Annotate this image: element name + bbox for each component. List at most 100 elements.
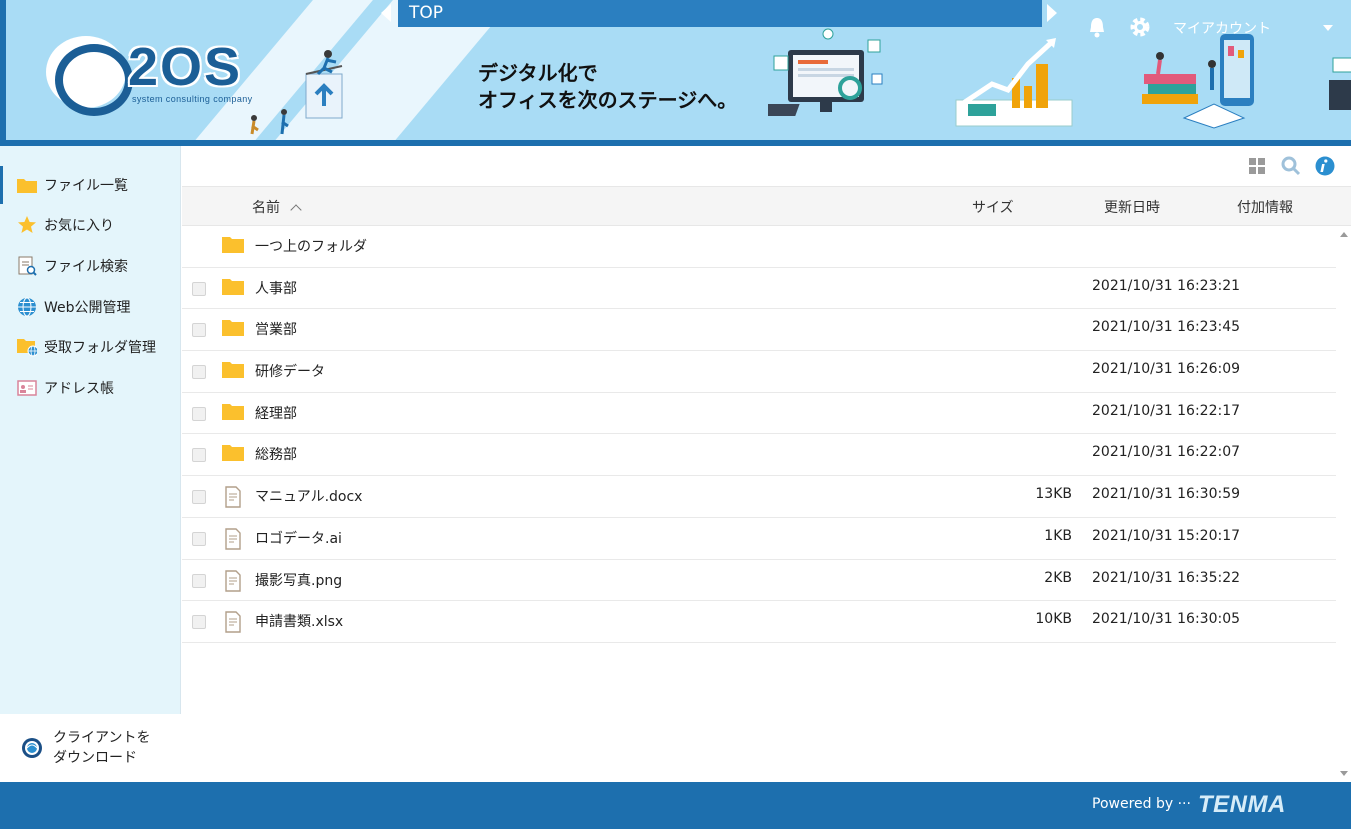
file-list-header: 名前 サイズ 更新日時 付加情報 <box>182 186 1351 226</box>
row-checkbox[interactable] <box>192 281 206 296</box>
chart-illustration-icon <box>955 38 1073 127</box>
sidebar-item-label: 受取フォルダ管理 <box>44 340 156 356</box>
download-label-line-1: クライアントを <box>53 730 151 746</box>
sidebar-item-label: アドレス帳 <box>44 381 114 397</box>
grid-view-icon[interactable] <box>1248 156 1268 176</box>
table-row[interactable]: 申請書類.xlsx 10KB 2021/10/31 16:30:05 <box>182 601 1336 643</box>
file-size: 1KB <box>1044 527 1072 544</box>
row-checkbox[interactable] <box>192 406 206 421</box>
row-checkbox[interactable] <box>192 531 206 546</box>
column-name-label: 名前 <box>252 200 280 216</box>
client-download-button[interactable]: クライアントを ダウンロード <box>0 714 181 782</box>
table-row[interactable]: 研修データ 2021/10/31 16:26:09 <box>182 351 1336 393</box>
file-date: 2021/10/31 16:23:45 <box>1092 319 1241 336</box>
computer-illustration-icon <box>768 28 883 116</box>
scroll-up-icon[interactable] <box>1340 232 1348 237</box>
table-row[interactable]: マニュアル.docx 13KB 2021/10/31 16:30:59 <box>182 476 1336 518</box>
breadcrumb-top[interactable]: TOP <box>398 0 1042 27</box>
breadcrumb-label: TOP <box>409 3 444 23</box>
sidebar-item-label: ファイル検索 <box>44 259 128 275</box>
tagline-line-1: デジタル化で <box>478 61 598 85</box>
file-date: 2021/10/31 16:22:07 <box>1092 444 1241 461</box>
banner-rim <box>0 0 6 146</box>
sidebar-item-inbox-folder[interactable]: 受取フォルダ管理 <box>0 328 181 366</box>
tagline-line-2: オフィスを次のステージへ。 <box>478 88 738 112</box>
file-date: 2021/10/31 15:20:17 <box>1092 527 1241 544</box>
sidebar-item-favorites[interactable]: お気に入り <box>0 206 181 244</box>
info-icon[interactable] <box>1315 156 1335 176</box>
row-checkbox[interactable] <box>192 615 206 630</box>
logo-wordmark: 2OS <box>128 37 243 97</box>
table-row[interactable]: 経理部 2021/10/31 16:22:17 <box>182 393 1336 435</box>
table-row[interactable]: ロゴデータ.ai 1KB 2021/10/31 15:20:17 <box>182 518 1336 560</box>
file-name: 総務部 <box>255 447 297 464</box>
table-row[interactable]: 人事部 2021/10/31 16:23:21 <box>182 268 1336 310</box>
sidebar-item-file-list[interactable]: ファイル一覧 <box>0 166 181 204</box>
file-name: 営業部 <box>255 322 297 339</box>
row-checkbox[interactable] <box>192 323 206 338</box>
file-date: 2021/10/31 16:35:22 <box>1092 569 1241 586</box>
scroll-right-icon[interactable] <box>1047 4 1057 22</box>
file-name: 撮影写真.png <box>255 572 343 589</box>
search-icon[interactable] <box>1281 156 1301 176</box>
logo-subtitle: system consulting company <box>132 94 253 104</box>
document-icon <box>222 611 244 633</box>
row-checkbox[interactable] <box>192 573 206 588</box>
folder-icon <box>222 319 244 339</box>
file-name: 一つ上のフォルダ <box>255 239 367 255</box>
address-book-icon <box>17 378 37 398</box>
sort-ascending-icon <box>290 204 302 216</box>
column-size-header[interactable]: サイズ <box>972 197 1014 217</box>
row-checkbox[interactable] <box>192 448 206 463</box>
document-icon <box>222 569 244 592</box>
partial-illustration-icon <box>1329 57 1351 110</box>
books-illustration-icon <box>1142 34 1254 129</box>
sidebar-item-web-publish[interactable]: Web公開管理 <box>0 288 181 326</box>
file-name: 経理部 <box>255 405 297 422</box>
document-icon <box>222 528 244 550</box>
file-list: 一つ上のフォルダ 人事部 2021/10/31 16:23:21 営業部 202… <box>182 226 1336 643</box>
column-name-header[interactable]: 名前 <box>252 197 302 217</box>
file-date: 2021/10/31 16:23:21 <box>1092 277 1241 294</box>
footer: Powered by ··· TENMA <box>0 782 1351 829</box>
file-name: 人事部 <box>255 280 297 297</box>
runner-illustration-icon <box>250 50 343 135</box>
file-size: 13KB <box>1035 486 1072 503</box>
folder-icon <box>222 278 244 298</box>
parent-folder-row[interactable]: 一つ上のフォルダ <box>182 226 1336 268</box>
list-scrollbar[interactable] <box>1336 226 1351 782</box>
scroll-left-icon[interactable] <box>381 4 391 22</box>
logo-mark <box>46 36 133 116</box>
sidebar-item-file-search[interactable]: ファイル検索 <box>0 247 181 285</box>
bell-icon[interactable] <box>1087 16 1107 38</box>
table-row[interactable]: 営業部 2021/10/31 16:23:45 <box>182 309 1336 352</box>
tenma-logo[interactable]: TENMA <box>1198 791 1286 819</box>
banner-tagline: デジタル化で オフィスを次のステージへ。 <box>478 60 737 114</box>
row-checkbox[interactable] <box>192 490 206 505</box>
download-client-icon <box>21 737 43 759</box>
folder-icon <box>222 444 244 464</box>
table-row[interactable]: 総務部 2021/10/31 16:22:07 <box>182 434 1336 477</box>
folder-icon <box>222 361 244 381</box>
scroll-down-icon[interactable] <box>1340 771 1348 776</box>
globe-icon <box>17 297 37 317</box>
file-toolbar <box>182 146 1351 186</box>
file-date: 2021/10/31 16:26:09 <box>1092 361 1241 378</box>
folder-icon <box>222 236 244 256</box>
header-banner: 2OS system consulting company TOP デジタル化で… <box>0 0 1351 146</box>
sidebar-item-address-book[interactable]: アドレス帳 <box>0 369 181 407</box>
download-label-line-2: ダウンロード <box>53 750 137 766</box>
table-row[interactable]: 撮影写真.png 2KB 2021/10/31 16:35:22 <box>182 560 1336 602</box>
file-date: 2021/10/31 16:30:59 <box>1092 486 1241 503</box>
file-name: マニュアル.docx <box>255 489 363 506</box>
column-extra-header[interactable]: 付加情報 <box>1237 197 1293 217</box>
file-name: 申請書類.xlsx <box>255 614 344 631</box>
folder-icon <box>17 175 37 195</box>
sidebar-item-label: ファイル一覧 <box>44 178 128 194</box>
file-size: 2KB <box>1044 569 1072 586</box>
row-checkbox[interactable] <box>192 365 206 380</box>
file-search-icon <box>17 256 37 276</box>
folder-globe-icon <box>17 337 37 357</box>
column-updated-header[interactable]: 更新日時 <box>1104 197 1160 217</box>
chevron-down-icon[interactable] <box>1323 25 1333 31</box>
